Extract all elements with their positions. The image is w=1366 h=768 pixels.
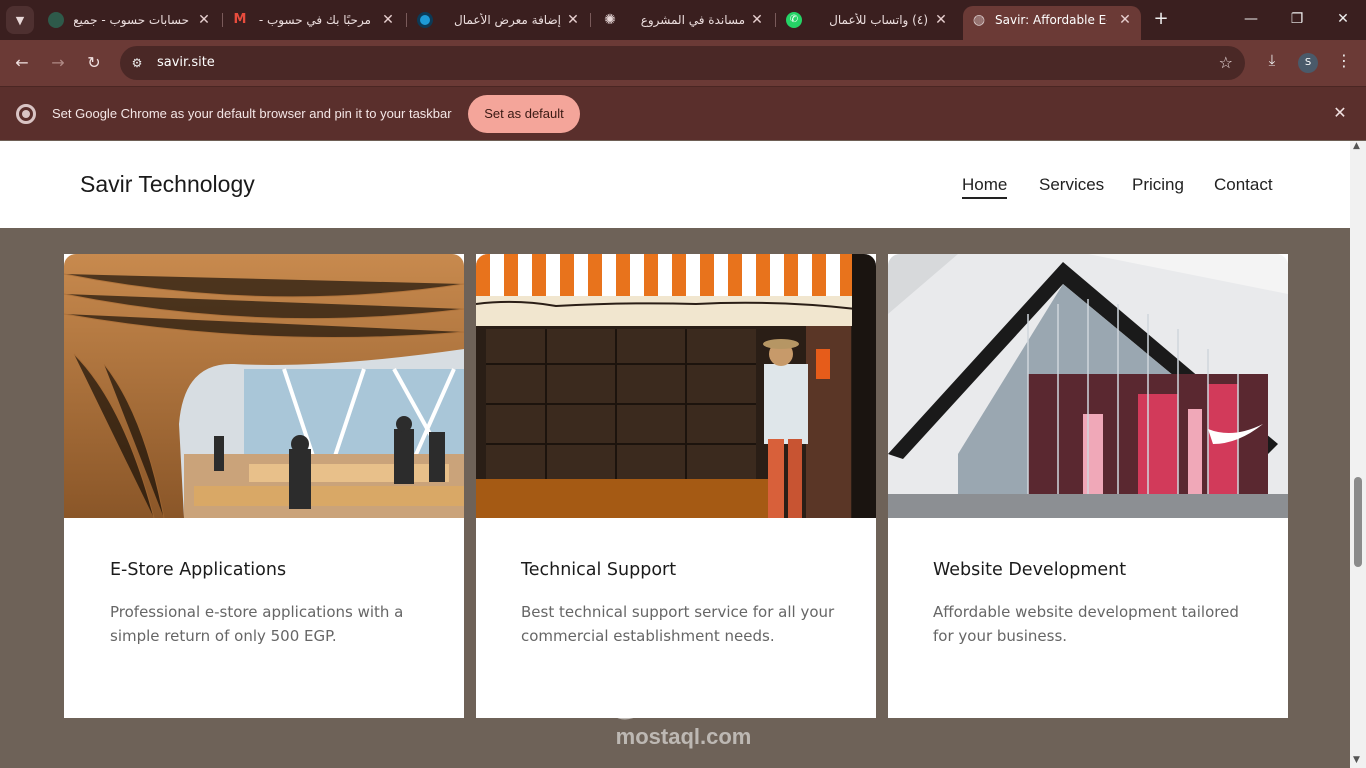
close-icon[interactable]: ✕ [749, 12, 765, 28]
store-interior-photo [64, 254, 464, 518]
tab-title: Savir: Affordable E-St [995, 13, 1107, 27]
browser-tab[interactable]: ✆ (٤) واتساب للأعمال ✕ [778, 6, 953, 36]
retail-storefront-photo [888, 254, 1288, 518]
tab-title: مساندة في المشروع [640, 13, 745, 27]
web-page: Savir Technology Home Services Pricing C… [0, 141, 1350, 768]
restore-button[interactable]: ❐ [1284, 8, 1310, 30]
tab-separator [590, 13, 591, 27]
browser-tab-active[interactable]: ◍ Savir: Affordable E-St ✕ [963, 6, 1141, 40]
chrome-icon [16, 104, 36, 124]
tab-search-button[interactable]: ▼ [6, 6, 34, 34]
close-icon: ✕ [1337, 11, 1349, 27]
back-button[interactable]: ← [10, 51, 34, 75]
service-card: E-Store Applications Professional e-stor… [64, 254, 464, 718]
gmail-icon: M [233, 12, 247, 27]
arrow-right-icon: → [51, 53, 65, 72]
plus-icon: + [1153, 8, 1169, 29]
default-browser-infobar: Set Google Chrome as your default browse… [0, 86, 1366, 140]
site-settings-icon[interactable]: ⚙ [128, 54, 146, 72]
page-scrollbar[interactable]: ▲ ▼ [1350, 141, 1366, 768]
bookmark-star-icon[interactable]: ☆ [1219, 53, 1233, 72]
browser-tab[interactable]: إضافة معرض الأعمال ✕ [410, 6, 585, 36]
reload-button[interactable]: ↻ [82, 51, 106, 75]
browser-toolbar: ← → ↻ ⚙ savir.site ☆ [0, 40, 1366, 86]
forward-button[interactable]: → [46, 51, 70, 75]
card-text: Affordable website development tailored … [933, 603, 1239, 645]
close-window-button[interactable]: ✕ [1330, 8, 1356, 30]
openai-icon: ✺ [604, 12, 616, 28]
site-brand[interactable]: Savir Technology [80, 171, 255, 198]
card-text: Professional e-store applications with a… [110, 603, 404, 645]
site-header: Savir Technology Home Services Pricing C… [0, 141, 1350, 228]
watermark-arabic: مستقل [610, 677, 757, 723]
minimize-button[interactable]: — [1238, 8, 1264, 30]
url-text[interactable]: savir.site [157, 55, 215, 70]
whatsapp-icon: ✆ [786, 12, 802, 28]
minimize-icon: — [1244, 11, 1258, 27]
reload-icon: ↻ [87, 53, 101, 72]
download-icon[interactable]: ⤓ [1262, 51, 1282, 73]
close-icon[interactable]: ✕ [380, 12, 396, 28]
chevron-down-icon: ▼ [15, 13, 25, 27]
tab-strip: ▼ حسابات حسوب - جميع ✕ M مرحبًا بك في حس… [0, 0, 1366, 40]
new-tab-button[interactable]: + [1150, 8, 1172, 30]
card-title: Website Development [933, 560, 1127, 580]
browser-tab[interactable]: ✺ مساندة في المشروع ✕ [594, 6, 769, 36]
card-title: E-Store Applications [110, 560, 287, 580]
scrollbar-thumb[interactable] [1354, 477, 1362, 567]
close-icon[interactable]: ✕ [1117, 12, 1133, 28]
circle-blue-icon [417, 12, 433, 28]
watermark: مستقل mostaql.com [596, 676, 771, 756]
browser-tab[interactable]: M مرحبًا بك في حسوب - ✕ [226, 6, 401, 36]
tab-separator [406, 13, 407, 27]
browser-tab[interactable]: حسابات حسوب - جميع ✕ [44, 6, 219, 36]
scroll-down-icon[interactable]: ▼ [1353, 755, 1360, 765]
close-icon[interactable]: ✕ [196, 12, 212, 28]
tab-title: حسابات حسوب - جميع [74, 13, 189, 27]
card-title: Technical Support [521, 560, 677, 580]
nav-pricing[interactable]: Pricing [1132, 175, 1184, 195]
set-as-default-button[interactable]: Set as default [468, 95, 580, 133]
service-card: Technical Support Best technical support… [476, 254, 876, 718]
close-icon[interactable]: ✕ [933, 12, 949, 28]
tab-separator [775, 13, 776, 27]
card-text: Best technical support service for all y… [521, 603, 835, 645]
tab-separator [222, 13, 223, 27]
menu-icon[interactable]: ⋮ [1336, 51, 1352, 73]
tab-title: مرحبًا بك في حسوب - [258, 13, 371, 27]
close-icon[interactable]: ✕ [565, 12, 581, 28]
tab-title: (٤) واتساب للأعمال [829, 13, 928, 27]
nav-home[interactable]: Home [962, 175, 1008, 199]
nav-services[interactable]: Services [1039, 175, 1104, 195]
infobar-message: Set Google Chrome as your default browse… [52, 106, 452, 121]
arrow-left-icon: ← [15, 53, 29, 72]
restore-icon: ❐ [1290, 11, 1304, 27]
tab-title: إضافة معرض الأعمال [454, 13, 561, 27]
watermark-latin: mostaql.com [615, 724, 752, 749]
service-card: Website Development Affordable website d… [888, 254, 1288, 718]
globe-icon: ◍ [972, 12, 986, 28]
nav-contact[interactable]: Contact [1214, 175, 1273, 195]
avatar[interactable]: S [1298, 53, 1318, 73]
generic-dot-icon [48, 12, 64, 28]
close-icon[interactable]: ✕ [1331, 104, 1349, 122]
coffee-store-photo [476, 254, 876, 518]
address-bar[interactable]: ⚙ savir.site ☆ [120, 46, 1245, 80]
scroll-up-icon[interactable]: ▲ [1353, 141, 1360, 151]
